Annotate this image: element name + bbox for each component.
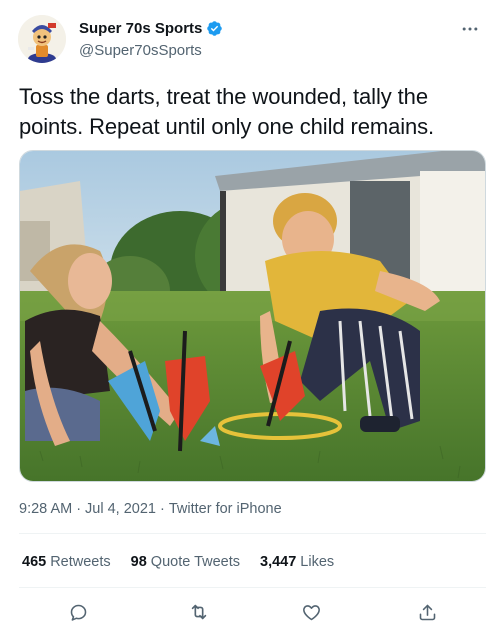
- avatar-mascot-image: [18, 15, 66, 63]
- verified-badge-icon: [206, 20, 223, 37]
- author-handle[interactable]: @Super70sSports: [79, 42, 202, 59]
- tweet-time[interactable]: 9:28 AM: [19, 501, 72, 517]
- retweets-label: Retweets: [50, 554, 111, 570]
- divider: [19, 587, 486, 588]
- share-icon[interactable]: [413, 598, 441, 626]
- lawn-darts-photo: [20, 151, 485, 481]
- author-display-name[interactable]: Super 70s Sports: [79, 20, 202, 37]
- retweet-icon[interactable]: [185, 598, 213, 626]
- more-icon[interactable]: [459, 18, 481, 40]
- heart-icon[interactable]: [297, 598, 325, 626]
- reply-icon[interactable]: [64, 598, 92, 626]
- tweet-photo[interactable]: [19, 150, 486, 482]
- tweet-source[interactable]: Twitter for iPhone: [169, 501, 282, 517]
- tweet-text: Toss the darts, treat the wounded, tally…: [19, 84, 435, 139]
- quote-tweets-count: 98: [130, 554, 147, 570]
- divider: [19, 533, 486, 534]
- quote-tweets-stat[interactable]: 98 Quote Tweets: [131, 554, 240, 570]
- tweet-meta: 9:28 AM · Jul 4, 2021 · Twitter for iPho…: [19, 501, 282, 517]
- tweet: Super 70s Sports @Super70sSports Toss th…: [0, 0, 495, 639]
- tweet-stats: 465 Retweets 98 Quote Tweets 3,447 Likes: [22, 554, 334, 570]
- likes-label: Likes: [300, 554, 335, 570]
- likes-count: 3,447: [260, 554, 297, 570]
- retweets-stat[interactable]: 465 Retweets: [22, 554, 111, 570]
- meta-separator: ·: [160, 501, 165, 517]
- author-name-row[interactable]: Super 70s Sports: [79, 20, 223, 37]
- avatar[interactable]: [18, 15, 66, 63]
- retweets-count: 465: [22, 554, 47, 570]
- quote-tweets-label: Quote Tweets: [150, 554, 240, 570]
- tweet-action-bar: [0, 598, 495, 626]
- likes-stat[interactable]: 3,447 Likes: [260, 554, 334, 570]
- meta-separator: ·: [76, 501, 82, 517]
- tweet-date[interactable]: Jul 4, 2021: [85, 501, 156, 517]
